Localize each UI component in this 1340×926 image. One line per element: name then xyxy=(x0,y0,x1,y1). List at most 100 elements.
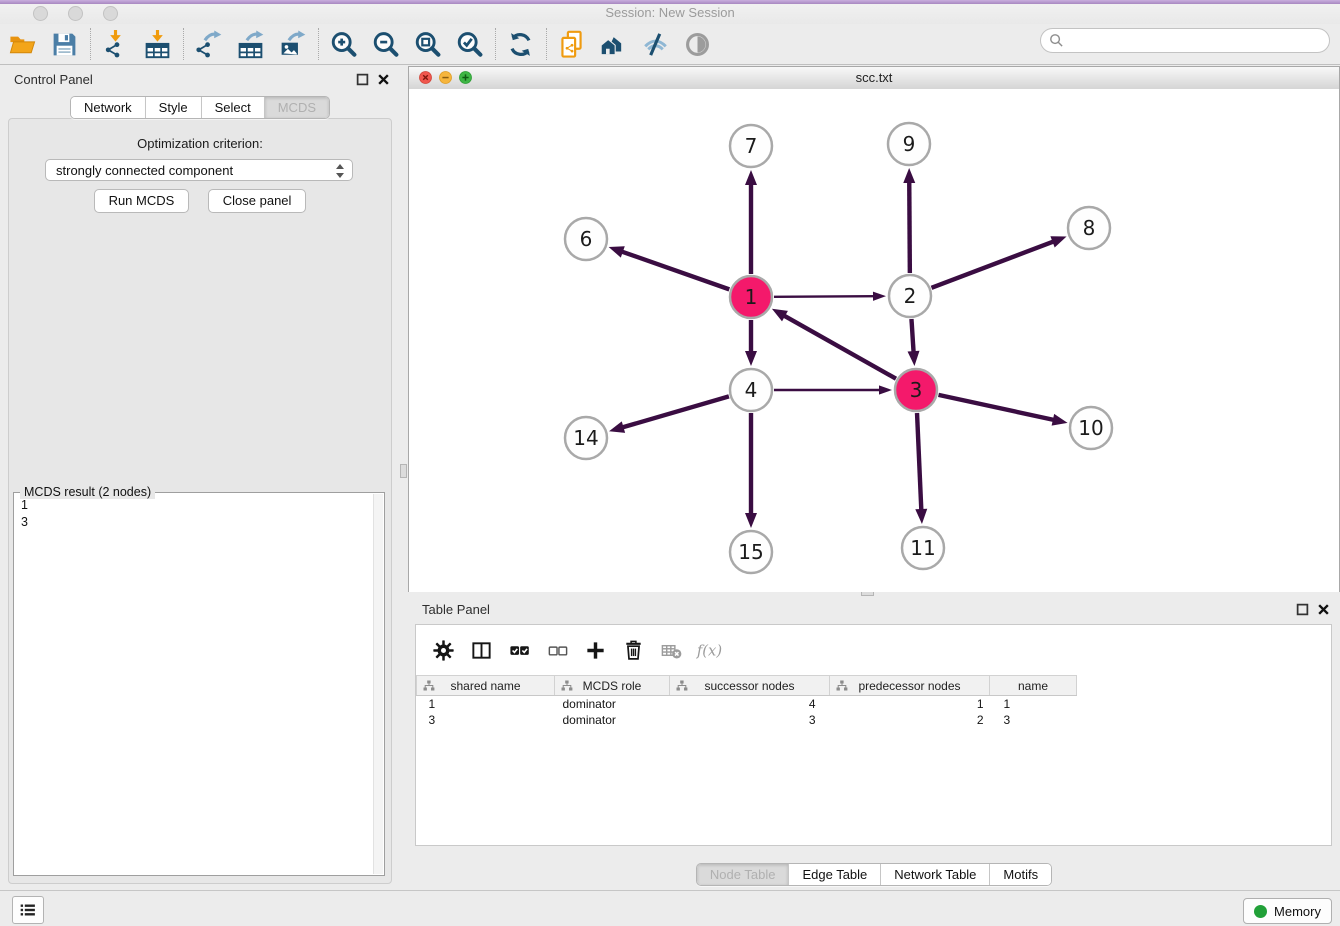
optimization-criterion-label: Optimization criterion: xyxy=(9,136,391,151)
cell-r1-c3[interactable]: 4 xyxy=(670,696,830,713)
network-frame-titlebar: scc.txt xyxy=(409,67,1339,90)
cell-r2-c3[interactable]: 3 xyxy=(670,712,830,728)
tab-style[interactable]: Style xyxy=(145,97,201,118)
open-folder-icon[interactable] xyxy=(6,27,38,61)
edge-1-2[interactable] xyxy=(774,296,875,297)
split-columns-icon[interactable] xyxy=(468,637,494,663)
float-panel-icon[interactable] xyxy=(356,73,369,86)
tree-icon xyxy=(676,680,688,692)
documents-network-icon[interactable] xyxy=(555,27,587,61)
eye-disabled-icon[interactable] xyxy=(681,27,713,61)
window-titlebar: Session: New Session xyxy=(0,0,1340,24)
zoom-out-icon[interactable] xyxy=(369,27,401,61)
toolbar-separator xyxy=(318,28,320,60)
search-input[interactable] xyxy=(1040,28,1330,53)
table-panel: Table Panel f(x) shared nameMCDS rolesuc… xyxy=(408,596,1340,890)
tab-node-table[interactable]: Node Table xyxy=(697,864,789,885)
deselect-all-icon[interactable] xyxy=(544,637,570,663)
edge-3-1[interactable] xyxy=(783,315,896,379)
zoom-selected-icon[interactable] xyxy=(453,27,485,61)
zoom-in-icon[interactable] xyxy=(327,27,359,61)
cell-r2-c1[interactable]: 3 xyxy=(417,712,555,728)
toolbar-separator xyxy=(90,28,92,60)
node-label-7: 7 xyxy=(745,134,758,158)
tab-select[interactable]: Select xyxy=(201,97,264,118)
tab-network-table[interactable]: Network Table xyxy=(880,864,989,885)
edge-3-10[interactable] xyxy=(938,395,1054,420)
cell-r2-c2[interactable]: dominator xyxy=(555,712,670,728)
tab-network[interactable]: Network xyxy=(71,97,145,118)
result-scrollbar[interactable] xyxy=(373,494,383,874)
eye-slash-icon[interactable] xyxy=(639,27,671,61)
vertical-splitter-handle[interactable] xyxy=(400,464,407,478)
node-label-9: 9 xyxy=(903,132,916,156)
column-header-shared-name[interactable]: shared name xyxy=(417,676,555,696)
tree-icon xyxy=(423,680,435,692)
network-canvas-svg[interactable]: 7968124314101511 xyxy=(409,89,1339,592)
memory-button[interactable]: Memory xyxy=(1243,898,1332,924)
cell-r1-c5[interactable]: 1 xyxy=(990,696,1077,713)
status-bar: Memory xyxy=(0,890,1340,926)
save-disk-icon[interactable] xyxy=(48,27,80,61)
tree-icon xyxy=(836,680,848,692)
node-table-container: f(x) shared nameMCDS rolesuccessor nodes… xyxy=(415,624,1332,846)
node-label-6: 6 xyxy=(580,227,593,251)
float-panel-icon[interactable] xyxy=(1296,603,1309,616)
mcds-result-title: MCDS result (2 nodes) xyxy=(20,485,155,499)
column-header-successor-nodes[interactable]: successor nodes xyxy=(670,676,830,696)
network-view-frame: scc.txt 7968124314101511 xyxy=(408,66,1340,592)
column-header-predecessor-nodes[interactable]: predecessor nodes xyxy=(830,676,990,696)
control-panel: Control Panel NetworkStyleSelectMCDS Opt… xyxy=(0,66,400,890)
cell-r2-c4[interactable]: 2 xyxy=(830,712,990,728)
close-panel-button[interactable]: Close panel xyxy=(208,189,307,213)
edge-2-3[interactable] xyxy=(911,319,913,353)
cell-r1-c4[interactable]: 1 xyxy=(830,696,990,713)
trash-icon[interactable] xyxy=(620,637,646,663)
table-import-icon[interactable] xyxy=(141,27,173,61)
main-toolbar xyxy=(0,24,1340,65)
zoom-fit-icon[interactable] xyxy=(411,27,443,61)
column-header-MCDS-role[interactable]: MCDS role xyxy=(555,676,670,696)
network-import-icon[interactable] xyxy=(99,27,131,61)
node-label-2: 2 xyxy=(904,284,917,308)
cell-r2-c5[interactable]: 3 xyxy=(990,712,1077,728)
run-mcds-button[interactable]: Run MCDS xyxy=(94,189,190,213)
dropdown-arrows-icon xyxy=(336,164,345,178)
tab-motifs[interactable]: Motifs xyxy=(989,864,1051,885)
edge-2-8[interactable] xyxy=(932,241,1055,288)
table-export-icon[interactable] xyxy=(234,27,266,61)
close-panel-icon[interactable] xyxy=(377,73,390,86)
network-canvas[interactable]: 7968124314101511 xyxy=(409,89,1339,592)
criterion-dropdown[interactable]: strongly connected component xyxy=(45,159,353,181)
image-export-icon[interactable] xyxy=(276,27,308,61)
node-table: shared nameMCDS rolesuccessor nodesprede… xyxy=(416,675,1077,728)
application-window: Session: New Session Control Panel Netwo… xyxy=(0,0,1340,926)
edge-arrowhead-4-15 xyxy=(745,513,757,528)
refresh-icon[interactable] xyxy=(504,27,536,61)
edge-4-14[interactable] xyxy=(622,396,729,427)
column-header-name[interactable]: name xyxy=(990,676,1077,696)
select-all-icon[interactable] xyxy=(506,637,532,663)
edge-arrowhead-4-3 xyxy=(879,385,892,394)
edge-2-9[interactable] xyxy=(909,181,910,273)
memory-label: Memory xyxy=(1274,904,1321,919)
tab-edge-table[interactable]: Edge Table xyxy=(788,864,880,885)
cell-r1-c2[interactable]: dominator xyxy=(555,696,670,713)
tab-mcds[interactable]: MCDS xyxy=(264,97,329,118)
add-icon[interactable] xyxy=(582,637,608,663)
toolbar-separator xyxy=(546,28,548,60)
list-icon[interactable] xyxy=(12,896,44,924)
close-panel-icon[interactable] xyxy=(1317,603,1330,616)
table-row: 3dominator323 xyxy=(417,712,1077,728)
network-export-icon[interactable] xyxy=(192,27,224,61)
gear-icon[interactable] xyxy=(430,637,456,663)
edge-1-6[interactable] xyxy=(621,251,729,289)
cell-r1-c1[interactable]: 1 xyxy=(417,696,555,713)
mcds-tab-content: Optimization criterion: strongly connect… xyxy=(8,118,392,884)
window-top-accent xyxy=(0,0,1340,4)
edge-arrowhead-3-1 xyxy=(772,309,788,322)
edge-3-11[interactable] xyxy=(917,413,921,511)
houses-icon[interactable] xyxy=(597,27,629,61)
mcds-result-text[interactable]: 1 3 xyxy=(21,497,28,531)
node-label-10: 10 xyxy=(1078,416,1103,440)
